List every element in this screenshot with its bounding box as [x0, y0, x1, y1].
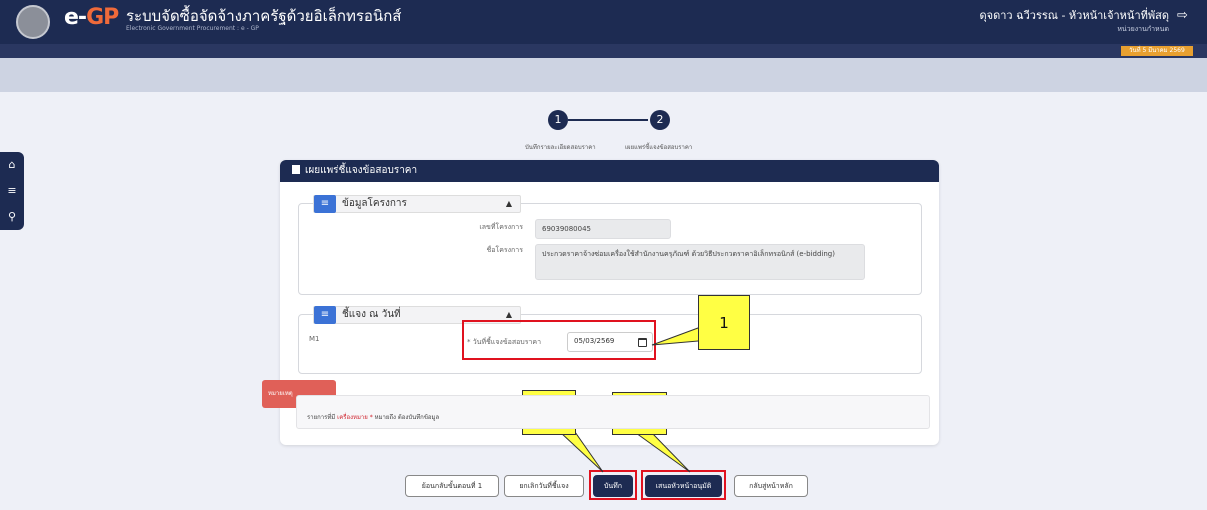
back-home-button[interactable]: กลับสู่หน้าหลัก	[734, 475, 808, 497]
propose-approval-button[interactable]: เสนอหัวหน้าอนุมัติ	[645, 475, 722, 497]
back-step1-button[interactable]: ย้อนกลับขั้นตอนที่ 1	[405, 475, 499, 497]
callout-2-pointer	[558, 431, 604, 473]
callout-pointers	[558, 327, 712, 473]
callout-1: 1	[698, 295, 750, 350]
cancel-date-button[interactable]: ยกเลิกวันที่ชี้แจง	[504, 475, 584, 497]
note-box: รายการที่มี เครื่องหมาย * หมายถึง ต้องบั…	[296, 395, 930, 429]
note-required-mark: เครื่องหมาย *	[337, 414, 373, 421]
note-prefix: รายการที่มี	[307, 414, 336, 421]
save-button[interactable]: บันทึก	[593, 475, 633, 497]
note-suffix: หมายถึง ต้องบันทึกข้อมูล	[374, 414, 440, 421]
callout-3-pointer	[634, 432, 691, 473]
